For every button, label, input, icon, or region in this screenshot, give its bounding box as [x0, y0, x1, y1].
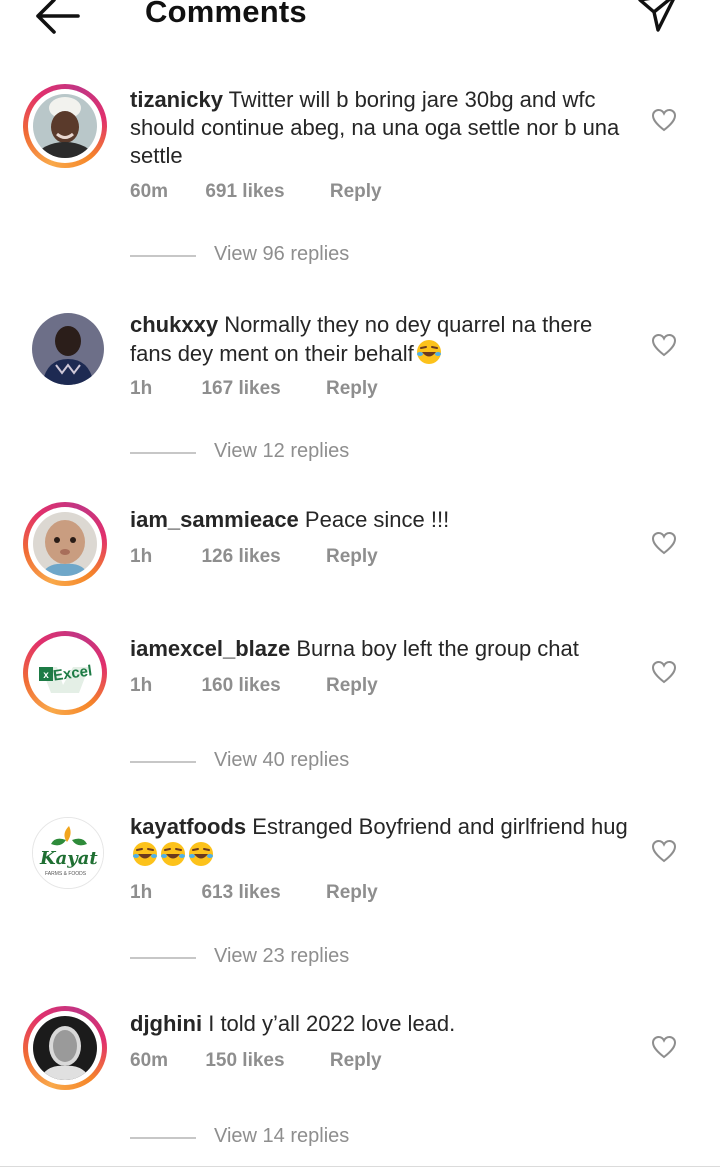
comment-likes[interactable]: 126 likes — [201, 546, 280, 568]
comment-username[interactable]: tizanicky — [130, 87, 223, 112]
logo-text: Kayat — [40, 848, 98, 869]
comment-username[interactable]: iamexcel_blaze — [130, 636, 290, 661]
send-icon[interactable] — [636, 0, 680, 36]
comment-likes[interactable]: 150 likes — [205, 1050, 284, 1072]
reply-button[interactable]: Reply — [326, 675, 378, 697]
comment-text: Estranged Boyfriend and girlfriend hug — [252, 814, 628, 839]
comment-meta: 1h 167 likes Reply — [130, 378, 378, 400]
divider-line — [130, 761, 196, 763]
reply-button[interactable]: Reply — [326, 882, 378, 904]
reply-button[interactable]: Reply — [330, 1050, 382, 1072]
heart-icon[interactable] — [651, 839, 677, 863]
comment-time: 1h — [130, 675, 153, 696]
laughing-emoji-icon — [188, 841, 214, 867]
comment-text: I told y’all 2022 love lead. — [208, 1011, 456, 1036]
divider-line — [130, 255, 196, 257]
comment-meta: 1h 613 likes Reply — [130, 882, 378, 904]
divider-line — [130, 452, 196, 454]
comment-likes[interactable]: 160 likes — [201, 675, 280, 697]
back-arrow-icon[interactable] — [30, 0, 82, 38]
bottom-divider — [0, 1166, 720, 1167]
comment-username[interactable]: chukxxy — [130, 312, 218, 337]
heart-icon[interactable] — [651, 660, 677, 684]
heart-icon[interactable] — [651, 531, 677, 555]
svg-text:x: x — [43, 670, 49, 681]
comment-likes[interactable]: 167 likes — [201, 378, 280, 400]
comment-username[interactable]: kayatfoods — [130, 814, 246, 839]
comment-time: 1h — [130, 882, 153, 903]
avatar[interactable] — [23, 309, 107, 393]
avatar[interactable] — [23, 502, 107, 586]
laughing-emoji-icon — [160, 841, 186, 867]
divider-line — [130, 957, 196, 959]
logo-subtext: FARMS & FOODS — [45, 871, 87, 877]
comment-text: Peace since !!! — [304, 507, 450, 532]
page-title: Comments — [145, 0, 307, 29]
comment-username[interactable]: djghini — [130, 1011, 202, 1036]
reply-button[interactable]: Reply — [326, 378, 378, 400]
laughing-emoji-icon — [416, 339, 442, 365]
comment-time: 60m — [130, 1050, 169, 1071]
divider-line — [130, 1137, 196, 1139]
comment-time: 1h — [130, 546, 153, 567]
comment-meta: 1h 126 likes Reply — [130, 546, 378, 568]
comment-username[interactable]: iam_sammieace — [130, 507, 299, 532]
reply-button[interactable]: Reply — [326, 546, 378, 568]
heart-icon[interactable] — [651, 108, 677, 132]
avatar[interactable]: x Excel — [23, 631, 107, 715]
comment-meta: 1h 160 likes Reply — [130, 675, 378, 697]
avatar[interactable]: Kayat FARMS & FOODS — [23, 811, 107, 895]
heart-icon[interactable] — [651, 333, 677, 357]
avatar[interactable] — [23, 84, 107, 168]
laughing-emoji-icon — [132, 841, 158, 867]
reply-button[interactable]: Reply — [330, 181, 382, 203]
comment-meta: 60m 691 likes Reply — [130, 181, 382, 203]
comments-header: Comments — [0, 0, 720, 40]
comment-time: 60m — [130, 181, 169, 202]
comment-meta: 60m 150 likes Reply — [130, 1050, 382, 1072]
comment-time: 1h — [130, 378, 153, 399]
comment-likes[interactable]: 613 likes — [201, 882, 280, 904]
heart-icon[interactable] — [651, 1035, 677, 1059]
avatar[interactable] — [23, 1006, 107, 1090]
comment-likes[interactable]: 691 likes — [205, 181, 284, 203]
comment-text: Burna boy left the group chat — [296, 636, 579, 661]
